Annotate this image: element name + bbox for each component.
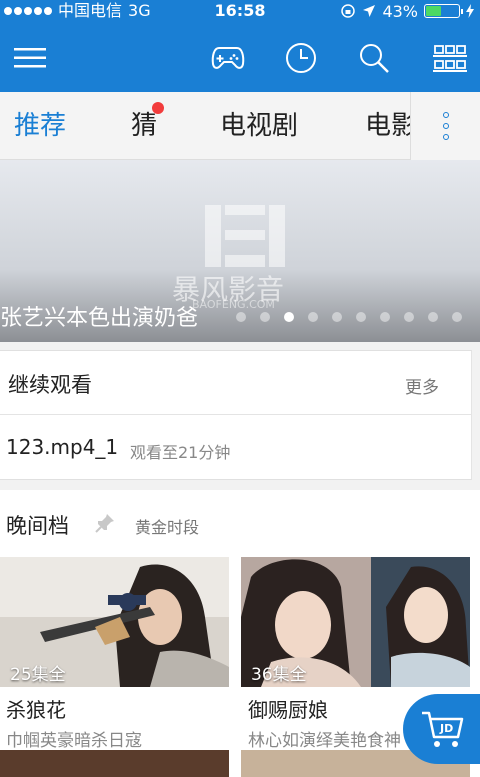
section-subtitle: 黄金时段	[135, 518, 200, 537]
continue-watching-title: 继续观看	[8, 373, 92, 397]
category-tabs: 推荐 猜 电视剧 电影	[0, 92, 480, 160]
pager-dot[interactable]	[284, 312, 294, 322]
more-tabs-button[interactable]	[410, 92, 480, 160]
pager-dot[interactable]	[236, 312, 246, 322]
pager-dot[interactable]	[260, 312, 270, 322]
more-dot-icon	[442, 123, 449, 129]
section-title: 晚间档	[6, 514, 69, 538]
carousel-pager	[236, 312, 462, 322]
poster-title[interactable]: 杀狼花	[6, 694, 66, 723]
watch-progress: 观看至21分钟	[130, 443, 231, 462]
pager-dot[interactable]	[308, 312, 318, 322]
poster-description: 林心如演绎美艳食神	[248, 731, 401, 751]
tab-guess[interactable]: 猜	[131, 92, 157, 160]
rotation-lock-icon	[341, 4, 356, 18]
banner-caption: 张艺兴本色出演奶爸	[0, 306, 199, 331]
poster-title[interactable]: 御赐厨娘	[248, 694, 328, 723]
top-nav	[0, 22, 480, 92]
battery-icon	[424, 4, 463, 18]
pager-dot[interactable]	[404, 312, 414, 322]
pager-dot[interactable]	[452, 312, 462, 322]
recent-file-name[interactable]: 123.mp4_1	[6, 435, 118, 459]
charging-icon	[466, 4, 474, 18]
pager-dot[interactable]	[332, 312, 342, 322]
tab-recommend[interactable]: 推荐	[14, 92, 66, 160]
svg-text:JD: JD	[439, 722, 453, 735]
divider	[0, 414, 471, 415]
tab-tv-series[interactable]: 电视剧	[220, 92, 298, 160]
banner-watermark-sub: BAOFENG.COM	[192, 298, 275, 311]
poster-description: 巾帼英豪暗杀日寇	[6, 731, 142, 751]
location-icon	[363, 5, 376, 17]
notification-badge	[152, 102, 164, 114]
shopping-cart-icon: JD	[421, 711, 463, 747]
more-link[interactable]: 更多	[405, 373, 439, 398]
pager-dot[interactable]	[428, 312, 438, 322]
banner-carousel[interactable]: 暴风影音 BAOFENG.COM 张艺兴本色出演奶爸	[0, 160, 480, 342]
search-icon[interactable]	[356, 40, 392, 76]
poster-card[interactable]: 25集全	[0, 557, 229, 687]
pager-dot[interactable]	[380, 312, 390, 322]
continue-watching-card: 继续观看 更多 123.mp4_1 观看至21分钟	[0, 350, 472, 480]
battery-label: 43%	[382, 1, 418, 21]
gamepad-icon[interactable]	[210, 40, 246, 76]
poster-card[interactable]	[0, 750, 229, 777]
more-dot-icon	[442, 134, 449, 140]
poster-card[interactable]: 36集全	[241, 557, 470, 687]
jd-shop-button[interactable]: JD	[403, 694, 480, 764]
grid-icon[interactable]	[432, 40, 468, 76]
more-dot-icon	[442, 112, 449, 118]
status-bar: 中国电信 3G 16:58 43%	[0, 0, 480, 22]
pager-dot[interactable]	[356, 312, 366, 322]
history-icon[interactable]	[283, 40, 319, 76]
episode-count: 36集全	[251, 665, 307, 685]
menu-icon[interactable]	[12, 40, 48, 76]
episode-count: 25集全	[10, 665, 66, 685]
pin-icon	[95, 514, 114, 533]
battery-fill	[426, 6, 441, 16]
